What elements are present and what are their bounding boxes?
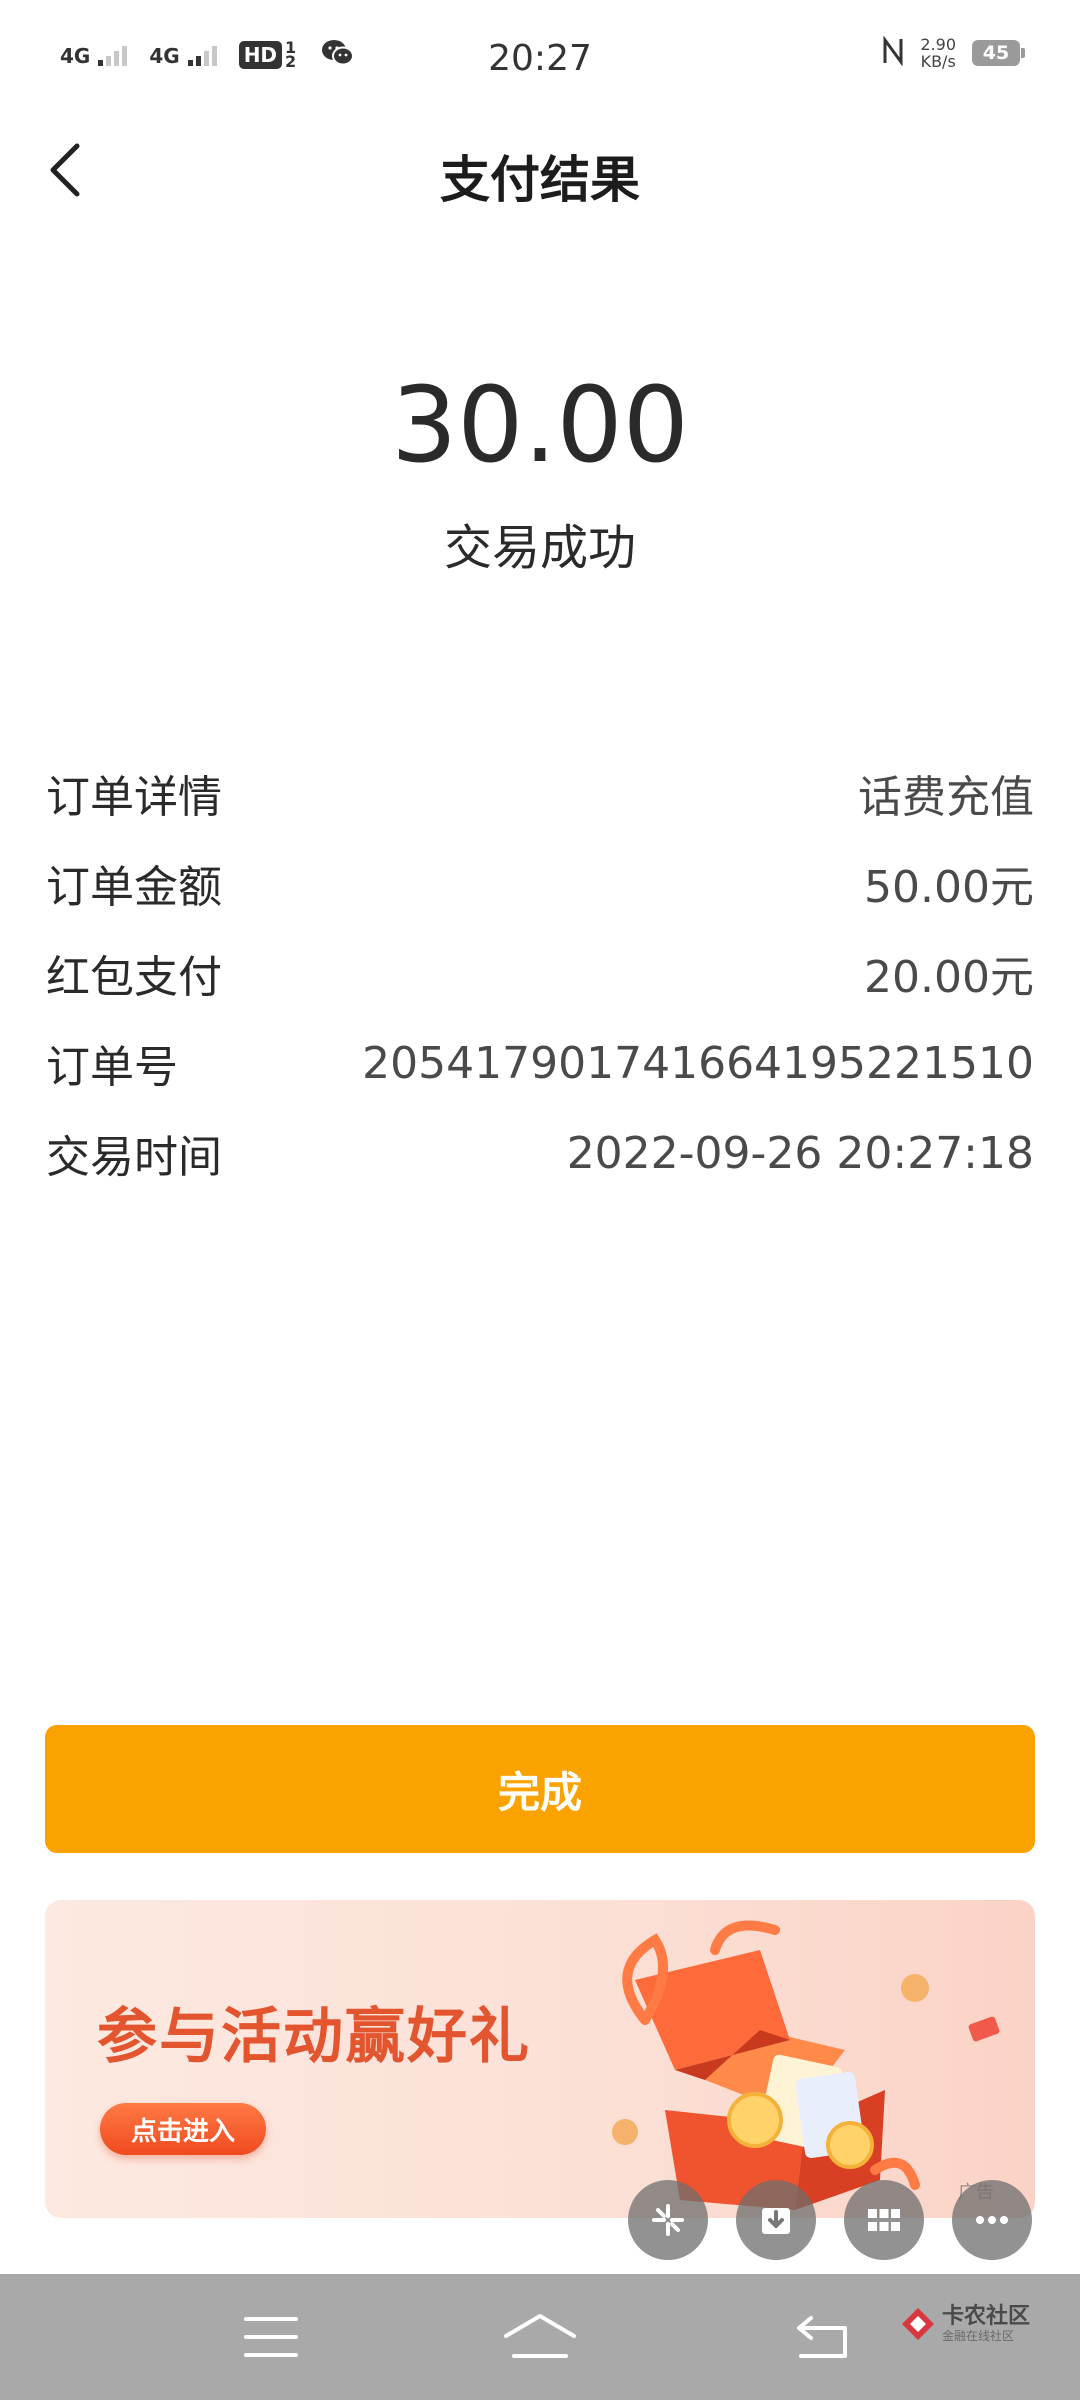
order-details: 订单详情 话费充值 订单金额 50.00元 红包支付 20.00元 订单号 20… [46, 748, 1034, 1198]
payment-amount: 30.00 [391, 364, 689, 486]
home-icon [504, 2314, 576, 2358]
menu-button[interactable] [201, 2274, 341, 2400]
status-bar: 4G 4G HD 1 2 20:27 2.90 KB/s 45 [0, 0, 1080, 120]
detail-row-order-number: 订单号 2054179017416641952215​10 [46, 1018, 1034, 1108]
status-right: 2.90 KB/s 45 [882, 35, 1025, 71]
detail-value: 2054179017416641952215​10 [362, 1037, 1034, 1089]
menu-icon [244, 2317, 298, 2357]
banner-cta-button[interactable]: 点击进入 [100, 2103, 266, 2155]
watermark: 卡农社区 金融在线社区 [900, 2305, 1030, 2343]
home-button[interactable] [470, 2274, 610, 2400]
detail-row-order-item: 订单详情 话费充值 [46, 748, 1034, 838]
grid-button[interactable] [844, 2180, 924, 2260]
sparkle-icon [652, 2204, 684, 2236]
net-speed: 2.90 KB/s [920, 35, 956, 71]
detail-row-order-amount: 订单金额 50.00元 [46, 838, 1034, 928]
done-button[interactable]: 完成 [45, 1725, 1035, 1853]
banner-headline: 参与活动赢好礼 [97, 2002, 531, 2072]
detail-row-red-packet: 红包支付 20.00元 [46, 928, 1034, 1018]
detail-label: 红包支付 [46, 952, 222, 1003]
detail-value: 20.00元 [864, 952, 1034, 1003]
detail-value: 话费充值 [858, 772, 1034, 823]
sparkle-button[interactable] [628, 2180, 708, 2260]
battery-icon: 45 [972, 40, 1025, 66]
detail-label: 订单详情 [46, 772, 222, 823]
gift-box-icon [612, 1920, 1000, 2210]
detail-label: 订单金额 [46, 862, 222, 913]
download-button[interactable] [736, 2180, 816, 2260]
grid-icon [868, 2209, 900, 2231]
nfc-icon [882, 35, 904, 70]
more-icon [976, 2216, 1008, 2224]
back-icon [797, 2316, 847, 2358]
system-back-button[interactable] [753, 2274, 893, 2400]
detail-value: 2022-09-26 20:27:18 [566, 1127, 1034, 1179]
detail-label: 订单号 [46, 1042, 178, 1093]
page-title: 支付结果 [440, 151, 640, 209]
detail-value: 50.00元 [864, 862, 1034, 913]
payment-status: 交易成功 [443, 520, 636, 576]
detail-label: 交易时间 [46, 1132, 222, 1183]
detail-row-transaction-time: 交易时间 2022-09-26 20:27:18 [46, 1108, 1034, 1198]
download-icon [762, 2208, 790, 2234]
more-button[interactable] [952, 2180, 1032, 2260]
logo-icon [902, 2308, 934, 2340]
promo-banner[interactable]: 参与活动赢好礼 点击进入 [45, 1900, 1035, 2218]
